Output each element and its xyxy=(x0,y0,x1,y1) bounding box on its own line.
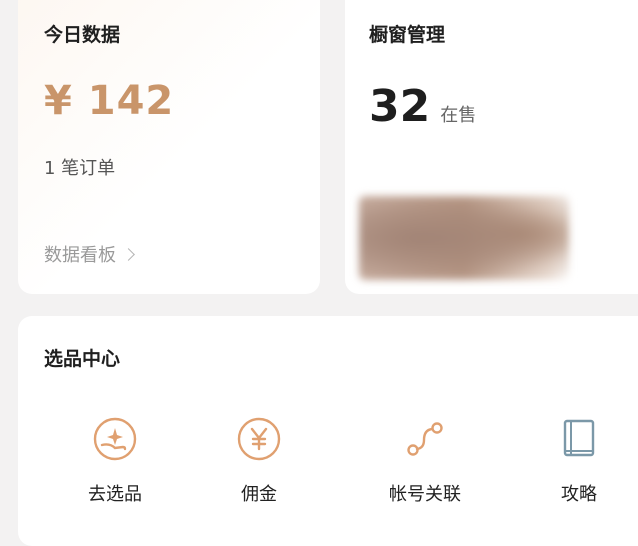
account-link-button[interactable]: 帐号关联 xyxy=(360,416,490,506)
book-icon xyxy=(556,416,602,462)
link-nodes-icon xyxy=(402,416,448,462)
account-link-label: 帐号关联 xyxy=(389,484,461,505)
go-select-button[interactable]: 去选品 xyxy=(50,416,180,506)
window-management-card[interactable]: 橱窗管理 32 在售 xyxy=(345,0,638,294)
today-data-card[interactable]: 今日数据 ¥ 142 1 笔订单 数据看板 xyxy=(18,0,320,294)
today-data-title: 今日数据 xyxy=(44,24,121,46)
chevron-right-icon xyxy=(122,247,135,261)
data-dashboard-label: 数据看板 xyxy=(44,245,116,266)
commission-label: 佣金 xyxy=(241,484,277,505)
product-thumbnail[interactable] xyxy=(359,196,569,280)
commission-button[interactable]: 佣金 xyxy=(194,416,324,506)
guide-label: 攻略 xyxy=(561,484,597,505)
select-center-title: 选品中心 xyxy=(44,348,121,370)
select-center-card: 选品中心 去选品 佣金 帐号关联 攻略 xyxy=(18,316,638,546)
today-orders: 1 笔订单 xyxy=(44,158,116,179)
go-select-label: 去选品 xyxy=(88,484,142,505)
data-dashboard-link[interactable]: 数据看板 xyxy=(44,241,135,267)
guide-button[interactable]: 攻略 xyxy=(514,416,638,506)
window-count-number: 32 xyxy=(369,81,431,132)
window-count: 32 在售 xyxy=(369,81,476,132)
hand-sparkle-icon xyxy=(92,416,138,462)
window-count-unit: 在售 xyxy=(440,105,477,126)
today-amount: ¥ 142 xyxy=(44,78,175,124)
window-management-title: 橱窗管理 xyxy=(369,24,446,46)
yen-circle-icon xyxy=(236,416,282,462)
